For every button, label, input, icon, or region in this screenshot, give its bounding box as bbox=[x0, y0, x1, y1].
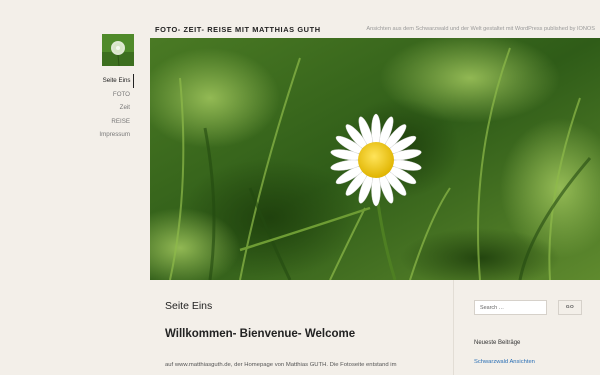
intro-text: auf www.matthiasguth.de, der Homepage vo… bbox=[165, 362, 397, 368]
recent-posts-title: Neueste Beiträge bbox=[474, 340, 521, 346]
site-tagline: Ansichten aus dem Schwarzwald und der We… bbox=[366, 26, 595, 32]
nav-item-impressum[interactable]: Impressum bbox=[86, 128, 134, 142]
site-title[interactable]: FOTO- ZEIT- REISE MIT MATTHIAS GUTH bbox=[155, 25, 321, 34]
main-nav: Seite Eins FOTO Zeit REISE Impressum bbox=[86, 74, 134, 142]
sidebar: GO Neueste Beiträge Schwarzwald Ansichte… bbox=[454, 280, 600, 375]
recent-post-link[interactable]: Schwarzwald Ansichten bbox=[474, 359, 535, 365]
nav-item-foto[interactable]: FOTO bbox=[86, 88, 134, 102]
page-title: Seite Eins bbox=[165, 300, 213, 312]
nav-item-zeit[interactable]: Zeit bbox=[86, 101, 134, 115]
search-button[interactable]: GO bbox=[558, 300, 582, 315]
nav-item-reise[interactable]: REISE bbox=[86, 115, 134, 129]
main-content: Seite Eins Willkommen- Bienvenue- Welcom… bbox=[150, 280, 453, 375]
welcome-heading: Willkommen- Bienvenue- Welcome bbox=[165, 328, 356, 340]
search-input[interactable] bbox=[474, 300, 547, 315]
site-logo[interactable] bbox=[102, 34, 134, 67]
nav-item-seite-eins[interactable]: Seite Eins bbox=[86, 74, 134, 88]
header-image bbox=[150, 38, 600, 280]
